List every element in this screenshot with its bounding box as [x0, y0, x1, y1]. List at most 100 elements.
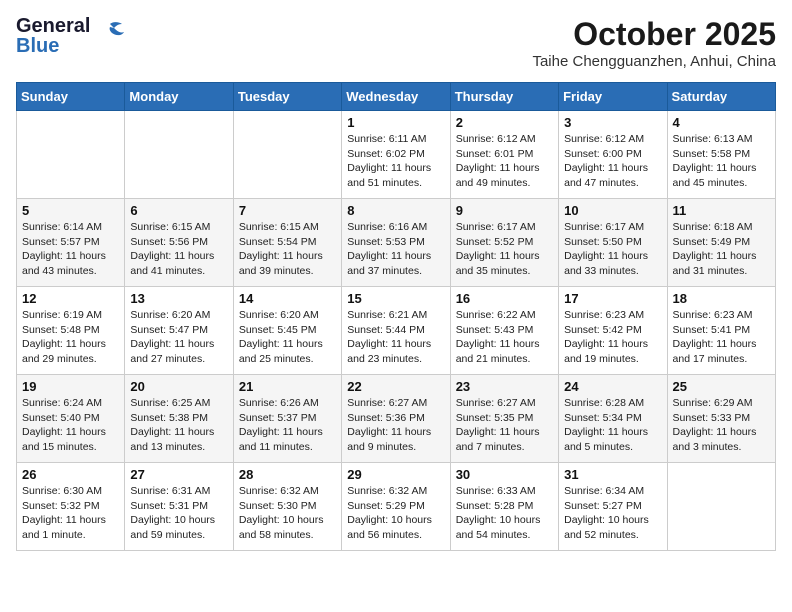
- cell-content: Sunrise: 6:14 AM Sunset: 5:57 PM Dayligh…: [22, 220, 119, 279]
- day-number: 20: [130, 379, 227, 394]
- day-number: 8: [347, 203, 444, 218]
- cell-content: Sunrise: 6:23 AM Sunset: 5:41 PM Dayligh…: [673, 308, 770, 367]
- day-number: 5: [22, 203, 119, 218]
- cell-content: Sunrise: 6:34 AM Sunset: 5:27 PM Dayligh…: [564, 484, 661, 543]
- day-number: 21: [239, 379, 336, 394]
- cell-content: Sunrise: 6:13 AM Sunset: 5:58 PM Dayligh…: [673, 132, 770, 191]
- cell-content: Sunrise: 6:17 AM Sunset: 5:52 PM Dayligh…: [456, 220, 553, 279]
- calendar-cell: [233, 111, 341, 199]
- cell-content: Sunrise: 6:27 AM Sunset: 5:35 PM Dayligh…: [456, 396, 553, 455]
- calendar-table: SundayMondayTuesdayWednesdayThursdayFrid…: [16, 82, 776, 551]
- calendar-cell: 1 Sunrise: 6:11 AM Sunset: 6:02 PM Daylig…: [342, 111, 450, 199]
- cell-content: Sunrise: 6:16 AM Sunset: 5:53 PM Dayligh…: [347, 220, 444, 279]
- logo-general: General: [16, 16, 90, 36]
- logo-blue: Blue: [16, 36, 90, 56]
- weekday-header-saturday: Saturday: [667, 83, 775, 111]
- weekday-header-wednesday: Wednesday: [342, 83, 450, 111]
- cell-content: Sunrise: 6:22 AM Sunset: 5:43 PM Dayligh…: [456, 308, 553, 367]
- calendar-cell: 29Sunrise: 6:32 AM Sunset: 5:29 PM Dayli…: [342, 463, 450, 551]
- calendar-cell: 10 Sunrise: 6:17 AM Sunset: 5:50 PM Dayli…: [559, 199, 667, 287]
- month-title: October 2025: [532, 16, 776, 53]
- calendar-cell: 22 Sunrise: 6:27 AM Sunset: 5:36 PM Dayli…: [342, 375, 450, 463]
- day-number: 30: [456, 467, 553, 482]
- calendar-cell: 30 Sunrise: 6:33 AM Sunset: 5:28 PM Dayli…: [450, 463, 558, 551]
- day-number: 25: [673, 379, 770, 394]
- weekday-header-tuesday: Tuesday: [233, 83, 341, 111]
- day-number: 15: [347, 291, 444, 306]
- title-area: October 2025 Taihe Chengguanzhen, Anhui,…: [532, 16, 776, 70]
- day-number: 10: [564, 203, 661, 218]
- weekday-header-row: SundayMondayTuesdayWednesdayThursdayFrid…: [17, 83, 776, 111]
- day-number: 14: [239, 291, 336, 306]
- day-number: 7: [239, 203, 336, 218]
- logo-bird-icon: [94, 20, 126, 48]
- cell-content: Sunrise: 6:15 AM Sunset: 5:56 PM Dayligh…: [130, 220, 227, 279]
- weekday-header-thursday: Thursday: [450, 83, 558, 111]
- calendar-cell: 3Sunrise: 6:12 AM Sunset: 6:00 PM Daylig…: [559, 111, 667, 199]
- day-number: 17: [564, 291, 661, 306]
- day-number: 9: [456, 203, 553, 218]
- calendar-cell: 17Sunrise: 6:23 AM Sunset: 5:42 PM Dayli…: [559, 287, 667, 375]
- cell-content: Sunrise: 6:20 AM Sunset: 5:47 PM Dayligh…: [130, 308, 227, 367]
- day-number: 2: [456, 115, 553, 130]
- day-number: 18: [673, 291, 770, 306]
- cell-content: Sunrise: 6:19 AM Sunset: 5:48 PM Dayligh…: [22, 308, 119, 367]
- day-number: 24: [564, 379, 661, 394]
- calendar-week-2: 5 Sunrise: 6:14 AM Sunset: 5:57 PM Daylig…: [17, 199, 776, 287]
- cell-content: Sunrise: 6:33 AM Sunset: 5:28 PM Dayligh…: [456, 484, 553, 543]
- day-number: 19: [22, 379, 119, 394]
- calendar-cell: 24 Sunrise: 6:28 AM Sunset: 5:34 PM Dayli…: [559, 375, 667, 463]
- cell-content: Sunrise: 6:28 AM Sunset: 5:34 PM Dayligh…: [564, 396, 661, 455]
- calendar-cell: 18 Sunrise: 6:23 AM Sunset: 5:41 PM Dayli…: [667, 287, 775, 375]
- day-number: 16: [456, 291, 553, 306]
- cell-content: Sunrise: 6:11 AM Sunset: 6:02 PM Dayligh…: [347, 132, 444, 191]
- weekday-header-sunday: Sunday: [17, 83, 125, 111]
- calendar-cell: 5 Sunrise: 6:14 AM Sunset: 5:57 PM Daylig…: [17, 199, 125, 287]
- calendar-cell: 20 Sunrise: 6:25 AM Sunset: 5:38 PM Dayli…: [125, 375, 233, 463]
- calendar-cell: 27 Sunrise: 6:31 AM Sunset: 5:31 PM Dayli…: [125, 463, 233, 551]
- day-number: 22: [347, 379, 444, 394]
- day-number: 27: [130, 467, 227, 482]
- day-number: 6: [130, 203, 227, 218]
- page-header: General Blue October 2025 Taihe Chenggua…: [16, 16, 776, 70]
- calendar-cell: 13 Sunrise: 6:20 AM Sunset: 5:47 PM Dayli…: [125, 287, 233, 375]
- weekday-header-monday: Monday: [125, 83, 233, 111]
- cell-content: Sunrise: 6:32 AM Sunset: 5:30 PM Dayligh…: [239, 484, 336, 543]
- calendar-cell: 19Sunrise: 6:24 AM Sunset: 5:40 PM Dayli…: [17, 375, 125, 463]
- weekday-header-friday: Friday: [559, 83, 667, 111]
- cell-content: Sunrise: 6:31 AM Sunset: 5:31 PM Dayligh…: [130, 484, 227, 543]
- cell-content: Sunrise: 6:32 AM Sunset: 5:29 PM Dayligh…: [347, 484, 444, 543]
- day-number: 23: [456, 379, 553, 394]
- calendar-cell: 25 Sunrise: 6:29 AM Sunset: 5:33 PM Dayli…: [667, 375, 775, 463]
- day-number: 1: [347, 115, 444, 130]
- calendar-week-4: 19Sunrise: 6:24 AM Sunset: 5:40 PM Dayli…: [17, 375, 776, 463]
- cell-content: Sunrise: 6:29 AM Sunset: 5:33 PM Dayligh…: [673, 396, 770, 455]
- calendar-cell: [17, 111, 125, 199]
- calendar-cell: 23 Sunrise: 6:27 AM Sunset: 5:35 PM Dayli…: [450, 375, 558, 463]
- calendar-cell: 7 Sunrise: 6:15 AM Sunset: 5:54 PM Daylig…: [233, 199, 341, 287]
- day-number: 11: [673, 203, 770, 218]
- logo: General Blue: [16, 16, 126, 56]
- day-number: 26: [22, 467, 119, 482]
- cell-content: Sunrise: 6:30 AM Sunset: 5:32 PM Dayligh…: [22, 484, 119, 543]
- calendar-cell: 21Sunrise: 6:26 AM Sunset: 5:37 PM Dayli…: [233, 375, 341, 463]
- day-number: 13: [130, 291, 227, 306]
- cell-content: Sunrise: 6:20 AM Sunset: 5:45 PM Dayligh…: [239, 308, 336, 367]
- calendar-week-1: 1 Sunrise: 6:11 AM Sunset: 6:02 PM Daylig…: [17, 111, 776, 199]
- cell-content: Sunrise: 6:25 AM Sunset: 5:38 PM Dayligh…: [130, 396, 227, 455]
- location: Taihe Chengguanzhen, Anhui, China: [532, 53, 776, 70]
- day-number: 12: [22, 291, 119, 306]
- calendar-cell: 15Sunrise: 6:21 AM Sunset: 5:44 PM Dayli…: [342, 287, 450, 375]
- calendar-cell: 26 Sunrise: 6:30 AM Sunset: 5:32 PM Dayli…: [17, 463, 125, 551]
- cell-content: Sunrise: 6:17 AM Sunset: 5:50 PM Dayligh…: [564, 220, 661, 279]
- calendar-cell: 8 Sunrise: 6:16 AM Sunset: 5:53 PM Daylig…: [342, 199, 450, 287]
- cell-content: Sunrise: 6:12 AM Sunset: 6:00 PM Dayligh…: [564, 132, 661, 191]
- cell-content: Sunrise: 6:15 AM Sunset: 5:54 PM Dayligh…: [239, 220, 336, 279]
- cell-content: Sunrise: 6:18 AM Sunset: 5:49 PM Dayligh…: [673, 220, 770, 279]
- calendar-cell: 2Sunrise: 6:12 AM Sunset: 6:01 PM Daylig…: [450, 111, 558, 199]
- calendar-cell: 14 Sunrise: 6:20 AM Sunset: 5:45 PM Dayli…: [233, 287, 341, 375]
- calendar-cell: 6 Sunrise: 6:15 AM Sunset: 5:56 PM Daylig…: [125, 199, 233, 287]
- calendar-cell: 28Sunrise: 6:32 AM Sunset: 5:30 PM Dayli…: [233, 463, 341, 551]
- calendar-week-3: 12 Sunrise: 6:19 AM Sunset: 5:48 PM Dayli…: [17, 287, 776, 375]
- cell-content: Sunrise: 6:27 AM Sunset: 5:36 PM Dayligh…: [347, 396, 444, 455]
